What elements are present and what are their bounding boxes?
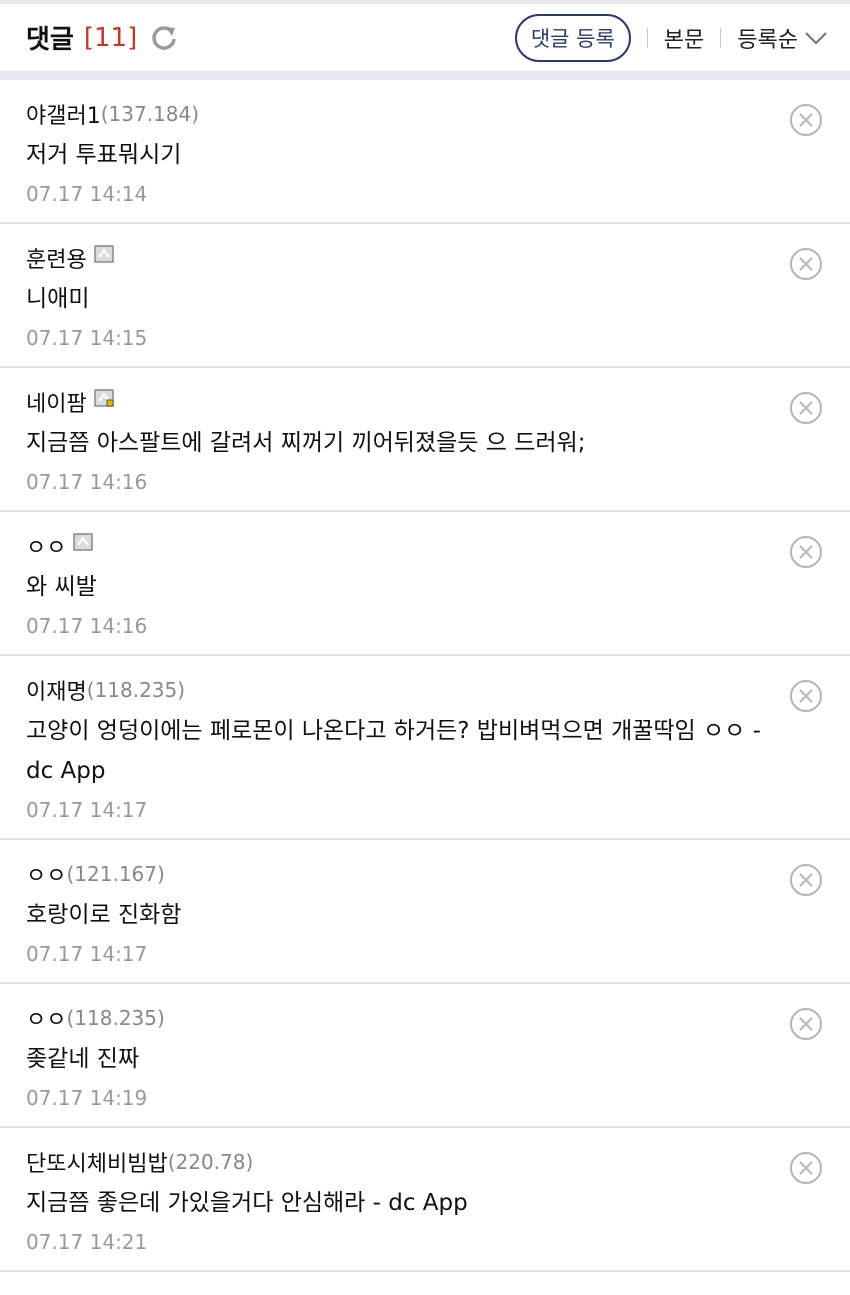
close-circle-icon xyxy=(790,1008,822,1040)
comment-date: 07.17 14:17 xyxy=(26,942,148,966)
comment-count: [11] xyxy=(83,22,138,53)
body-link[interactable]: 본문 xyxy=(664,22,704,54)
close-circle-icon xyxy=(790,248,822,280)
close-circle-icon xyxy=(790,1152,822,1184)
comment-author-row: 단또시체비빔밥 (220.78) xyxy=(26,1145,780,1179)
comment-text: 고양이 엉덩이에는 페로몬이 나온다고 하거든? 밥비벼먹으면 개꿀딱임 ㅇㅇ … xyxy=(26,718,761,784)
close-circle-icon xyxy=(790,680,822,712)
delete-comment-button[interactable] xyxy=(788,390,824,426)
comment-text: 좆같네 진짜 xyxy=(26,1046,140,1072)
member-badge-icon xyxy=(93,244,115,264)
close-circle-icon xyxy=(790,864,822,896)
comment-author[interactable]: 야갤러1 xyxy=(26,98,101,130)
delete-comment-button[interactable] xyxy=(788,1150,824,1186)
comment-date: 07.17 14:21 xyxy=(26,1230,148,1254)
member-badge-icon xyxy=(72,532,94,552)
comment-author[interactable]: 네이팜 xyxy=(26,386,87,418)
delete-comment-button[interactable] xyxy=(788,1006,824,1042)
header-left: 댓글 [11] xyxy=(26,19,179,56)
comment-text: 와 씨발 xyxy=(26,574,97,600)
comment-author-ip: (137.184) xyxy=(100,102,200,126)
comment-author-ip: (118.235) xyxy=(86,678,186,702)
register-comment-button[interactable]: 댓글 등록 xyxy=(514,13,631,62)
comment-author-row: ㅇㅇ xyxy=(26,529,780,563)
comment-date: 07.17 14:16 xyxy=(26,470,148,494)
comment-item: 네이팜지금쯤 아스팔트에 갈려서 찌꺼기 끼어뒤졌을듯 으 드러워; 07.17 … xyxy=(0,368,850,512)
comment-date: 07.17 14:16 xyxy=(26,614,148,638)
comment-date: 07.17 14:14 xyxy=(26,182,148,206)
comment-text: 니애미 xyxy=(26,286,90,312)
comment-title: 댓글 xyxy=(26,25,74,55)
refresh-icon[interactable] xyxy=(149,23,179,53)
sort-select[interactable]: 등록순 xyxy=(737,22,828,54)
comment-item: ㅇㅇ 와 씨발 07.17 14:16 xyxy=(0,512,850,656)
comment-author-row: 네이팜 xyxy=(26,385,780,419)
comment-date: 07.17 14:15 xyxy=(26,326,148,350)
delete-comment-button[interactable] xyxy=(788,862,824,898)
comment-header: 댓글 [11] 댓글 등록 본문 등록순 xyxy=(0,4,850,80)
comment-author-row: ㅇㅇ (118.235) xyxy=(26,1001,780,1035)
comment-item: 야갤러1 (137.184) 저거 투표뭐시기 07.17 14:14 xyxy=(0,80,850,224)
comment-author-ip: (118.235) xyxy=(66,1006,165,1030)
comment-author-row: 야갤러1 (137.184) xyxy=(26,97,780,131)
header-right: 댓글 등록 본문 등록순 xyxy=(514,13,828,62)
chevron-down-icon xyxy=(804,30,828,46)
comment-author[interactable]: 이재명 xyxy=(26,674,87,706)
comment-author-ip: (121.167) xyxy=(66,862,165,886)
comment-author-row: 이재명 (118.235) xyxy=(26,673,780,707)
comment-author[interactable]: ㅇㅇ xyxy=(26,530,66,562)
comment-text: 지금쯤 아스팔트에 갈려서 찌꺼기 끼어뒤졌을듯 으 드러워; xyxy=(26,430,586,456)
comment-author[interactable]: 훈련용 xyxy=(26,242,87,274)
comment-item: 훈련용니애미 07.17 14:15 xyxy=(0,224,850,368)
comment-author-row: ㅇㅇ (121.167) xyxy=(26,857,780,891)
delete-comment-button[interactable] xyxy=(788,246,824,282)
delete-comment-button[interactable] xyxy=(788,102,824,138)
delete-comment-button[interactable] xyxy=(788,678,824,714)
comment-author-row: 훈련용 xyxy=(26,241,780,275)
close-circle-icon xyxy=(790,536,822,568)
comment-author[interactable]: ㅇㅇ xyxy=(26,858,66,890)
comment-list: 야갤러1 (137.184) 저거 투표뭐시기 07.17 14:14 훈련용니애미 07… xyxy=(0,80,850,1272)
comment-date: 07.17 14:17 xyxy=(26,798,148,822)
comment-author-ip: (220.78) xyxy=(167,1150,254,1174)
member-badge-icon xyxy=(93,388,115,408)
delete-comment-button[interactable] xyxy=(788,534,824,570)
comment-item: ㅇㅇ (118.235) 좆같네 진짜 07.17 14:19 xyxy=(0,984,850,1128)
comment-text: 지금쯤 좋은데 가있을거다 안심해라 - dc App xyxy=(26,1190,468,1216)
comment-text: 호랑이로 진화함 xyxy=(26,902,182,928)
close-circle-icon xyxy=(790,392,822,424)
sort-label: 등록순 xyxy=(737,27,798,53)
comment-item: ㅇㅇ (121.167) 호랑이로 진화함 07.17 14:17 xyxy=(0,840,850,984)
comment-text: 저거 투표뭐시기 xyxy=(26,142,182,168)
close-circle-icon xyxy=(790,104,822,136)
divider xyxy=(646,27,648,48)
comment-item: 이재명 (118.235) 고양이 엉덩이에는 페로몬이 나온다고 하거든? 밥비벼… xyxy=(0,656,850,840)
divider xyxy=(720,27,722,48)
comment-author[interactable]: 단또시체비빔밥 xyxy=(26,1146,168,1178)
comment-item: 단또시체비빔밥 (220.78) 지금쯤 좋은데 가있을거다 안심해라 - dc A… xyxy=(0,1128,850,1272)
comment-date: 07.17 14:19 xyxy=(26,1086,148,1110)
comment-author[interactable]: ㅇㅇ xyxy=(26,1002,66,1034)
